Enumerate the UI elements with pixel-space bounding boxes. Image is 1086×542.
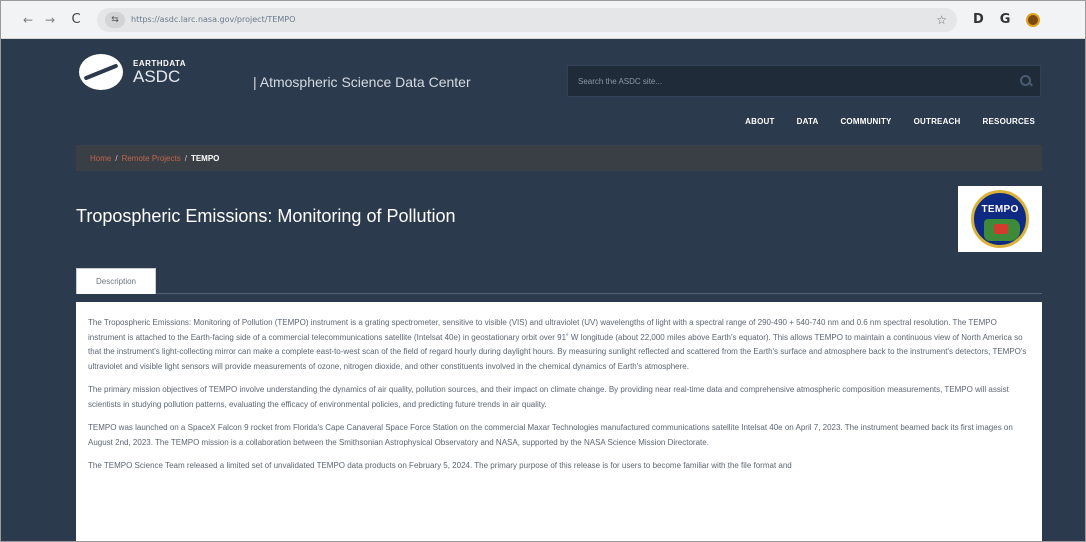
extension-d-icon[interactable]: D [973,12,984,27]
tempo-mission-logo: TEMPO [958,186,1042,252]
url-text[interactable]: https://asdc.larc.nasa.gov/project/TEMPO [131,15,295,24]
tempo-badge-text: TEMPO [981,204,1019,215]
site-search [567,65,1041,97]
tab-bar: Description [76,266,1042,294]
profile-avatar-icon[interactable] [1026,12,1041,27]
search-icon[interactable] [1020,75,1032,87]
breadcrumb-separator: / [115,153,118,163]
description-paragraph: The primary mission objectives of TEMPO … [88,385,1009,409]
nav-buttons: ← → C [19,11,85,29]
extension-icons: D G [973,12,1041,27]
logo-text: EARTHDATA ASDC [133,59,186,86]
breadcrumb-current: TEMPO [190,153,220,163]
google-icon[interactable]: G [1000,12,1011,27]
site-tagline: | Atmospheric Science Data Center [253,74,471,90]
tab-description[interactable]: Description [76,268,156,294]
site-info-icon[interactable]: ⇆ [105,11,125,28]
nav-resources[interactable]: RESOURCES [983,117,1035,126]
description-paragraph: The TEMPO Science Team released a limite… [88,461,792,470]
browser-window: ← → C ⇆ https://asdc.larc.nasa.gov/proje… [0,0,1086,542]
site-logo[interactable]: EARTHDATA ASDC [79,54,186,90]
description-paragraph: TEMPO was launched on a SpaceX Falcon 9 … [88,423,1013,447]
logo-asdc: ASDC [133,66,181,86]
address-bar[interactable]: ⇆ https://asdc.larc.nasa.gov/project/TEM… [97,7,957,32]
breadcrumb-home[interactable]: Home [90,154,111,163]
nav-about[interactable]: ABOUT [745,117,774,126]
asdc-page: EARTHDATA ASDC | Atmospheric Science Dat… [1,40,1085,541]
reload-icon[interactable]: C [67,11,85,29]
breadcrumb-remote-projects[interactable]: Remote Projects [122,154,181,163]
browser-toolbar: ← → C ⇆ https://asdc.larc.nasa.gov/proje… [1,1,1085,39]
tempo-badge-icon: TEMPO [971,190,1029,248]
nav-community[interactable]: COMMUNITY [840,117,891,126]
main-nav: ABOUT DATA COMMUNITY OUTREACH RESOURCES [745,117,1035,126]
nasa-logo-icon [79,54,123,90]
bookmark-star-icon[interactable]: ☆ [936,13,947,27]
nav-data[interactable]: DATA [797,117,819,126]
nav-outreach[interactable]: OUTREACH [914,117,961,126]
page-title: Tropospheric Emissions: Monitoring of Po… [76,206,456,226]
breadcrumb: Home / Remote Projects / TEMPO [76,145,1042,171]
north-america-map-icon [984,219,1020,241]
breadcrumb-separator: / [184,153,187,163]
back-arrow-icon[interactable]: ← [19,11,37,29]
description-panel: The Tropospheric Emissions: Monitoring o… [76,302,1042,541]
forward-arrow-icon[interactable]: → [41,11,59,29]
search-input[interactable] [578,76,998,86]
description-paragraph: The Tropospheric Emissions: Monitoring o… [88,318,1027,371]
